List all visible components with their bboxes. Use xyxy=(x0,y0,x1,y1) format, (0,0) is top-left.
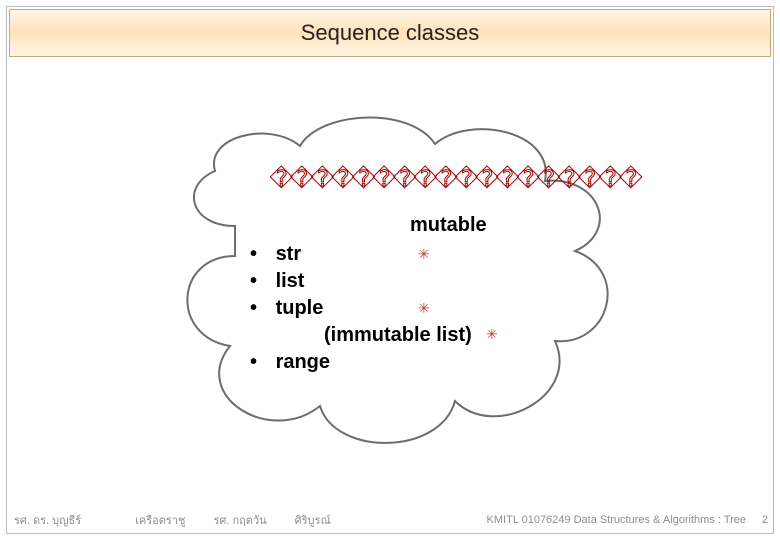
item-list: list xyxy=(276,270,305,292)
footer-course: KMITL 01076249 Data Structures & Algorit… xyxy=(487,514,746,526)
footer: รศ. ดร. บุญธีร์ เครือตราชู รศ. กฤตวัน ศิ… xyxy=(0,508,780,532)
footer-author-2a: รศ. กฤตวัน xyxy=(213,511,266,529)
item-tuple: tuple xyxy=(276,297,324,319)
garbled-heading: ������������������ xyxy=(270,166,590,192)
title-bar: Sequence classes xyxy=(9,9,771,57)
item-str: str xyxy=(276,243,302,265)
bullet-icon: • xyxy=(250,241,270,268)
cloud-shape: ������������������ mutable • str ✳ • lis… xyxy=(160,96,630,466)
footer-author-2b: ศิริบูรณ์ xyxy=(295,511,331,529)
list-item: • list xyxy=(250,268,590,295)
footer-author-1b: เครือตราชู xyxy=(135,511,185,529)
item-range: range xyxy=(276,351,330,373)
footer-author-1a: รศ. ดร. บุญธีร์ xyxy=(14,511,81,529)
mutable-label: mutable xyxy=(410,214,590,237)
sequence-list: • str ✳ • list • tuple ✳ ✳ (immutable li… xyxy=(250,241,590,376)
bullet-icon: • xyxy=(250,349,270,376)
mark-icon: ✳ xyxy=(418,299,430,318)
mark-icon: ✳ xyxy=(486,325,498,344)
bullet-icon: • xyxy=(250,295,270,322)
mark-icon: ✳ xyxy=(418,245,430,264)
page-number: 2 xyxy=(762,514,768,526)
list-item: • range xyxy=(250,349,590,376)
slide-title: Sequence classes xyxy=(301,20,480,46)
bullet-icon: • xyxy=(250,268,270,295)
item-tuple-sub: (immutable list) xyxy=(324,322,590,349)
list-item: • tuple ✳ ✳ (immutable list) xyxy=(250,295,590,349)
slide: Sequence classes ������������������ muta… xyxy=(0,0,780,540)
cloud-content: ������������������ mutable • str ✳ • lis… xyxy=(160,96,630,466)
list-item: • str ✳ xyxy=(250,241,590,268)
